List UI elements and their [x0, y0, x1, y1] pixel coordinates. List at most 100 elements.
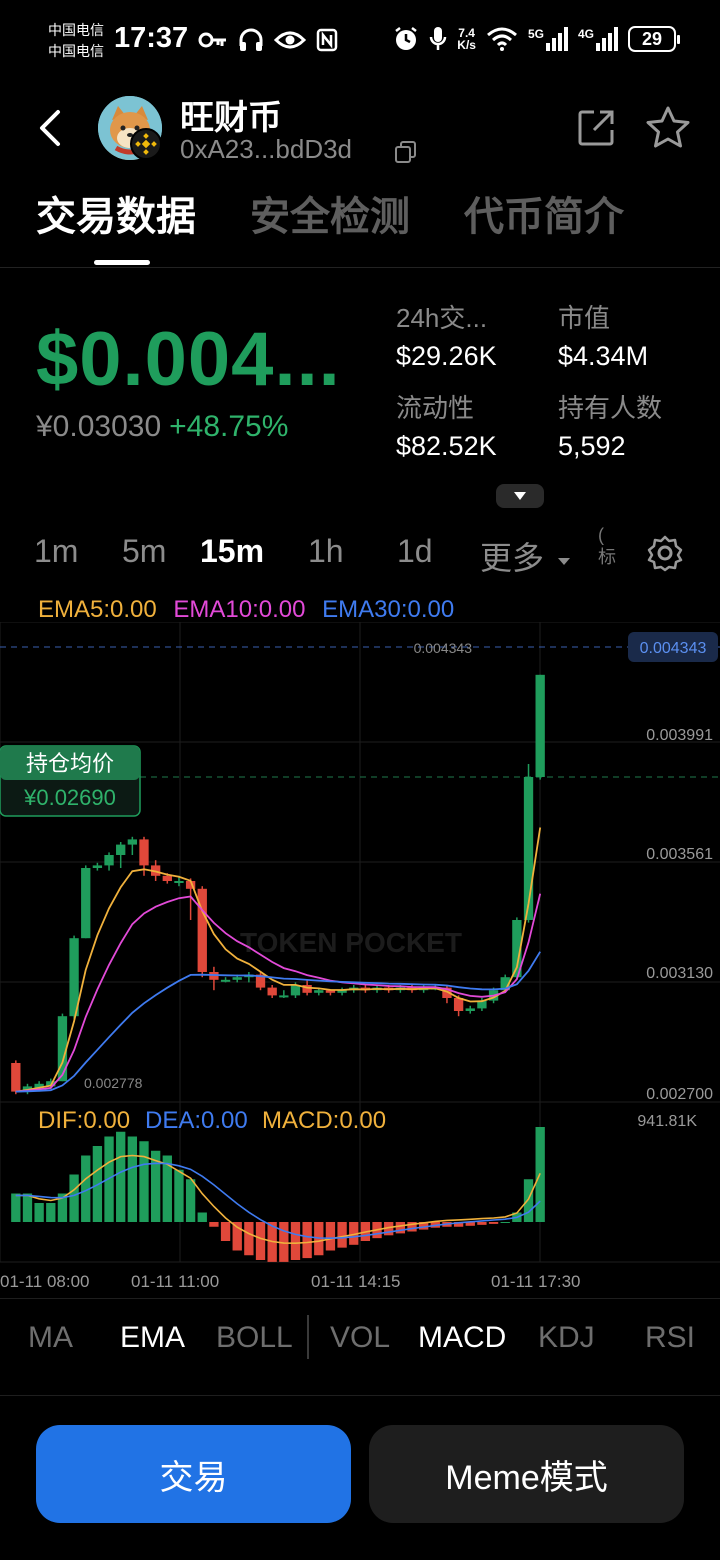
status-bar: 中国电信 中国电信 17:37 7.4 K/s 5G 4G 29	[0, 0, 720, 84]
macd-bar	[139, 1141, 149, 1222]
timeframe-1d[interactable]: 1d	[397, 533, 433, 570]
macd-bar	[488, 1222, 499, 1224]
network-speed: 7.4 K/s	[457, 27, 476, 51]
price-change: +48.75%	[169, 410, 289, 443]
chevron-down-icon	[514, 492, 526, 500]
price-cny-row: ¥0.03030 +48.75%	[36, 410, 288, 444]
timeframe-1m[interactable]: 1m	[34, 533, 78, 570]
volume-value: $29.26K	[396, 341, 497, 371]
candle-body	[162, 875, 172, 881]
signal-4g: 4G	[578, 27, 618, 51]
x-tick-label: 01-11 14:15	[311, 1272, 400, 1291]
indicator-macd[interactable]: MACD	[418, 1321, 506, 1355]
watermark-text: TOKEN POCKET	[240, 927, 462, 958]
key-icon	[198, 32, 226, 48]
more-label: 更多	[480, 540, 545, 576]
meme-mode-button[interactable]: Meme模式	[369, 1425, 684, 1523]
position-avg-tag[interactable]: 持仓均价 ¥0.02690	[0, 745, 141, 817]
macd-bar	[500, 1222, 510, 1223]
tab-security-check[interactable]: 安全检测	[250, 184, 410, 242]
tab-token-intro[interactable]: 代币简介	[464, 184, 624, 242]
candles-layer	[11, 674, 545, 1095]
ema-legend: EMA5:0.00 EMA10:0.00 EMA30:0.00	[38, 596, 464, 624]
expand-stats-button[interactable]	[496, 484, 544, 508]
candle-body	[220, 979, 231, 982]
indicator-kdj[interactable]: KDJ	[538, 1321, 595, 1355]
macd-bar	[325, 1222, 336, 1251]
indicator-vol[interactable]: VOL	[330, 1321, 390, 1355]
indicator-boll[interactable]: BOLL	[216, 1321, 293, 1355]
macd-bar	[337, 1222, 347, 1248]
status-icons-left	[198, 28, 338, 52]
macd-bar	[220, 1222, 231, 1241]
indicator-toggle[interactable]: ( 标	[598, 524, 632, 578]
candle-body	[453, 998, 464, 1011]
back-icon[interactable]	[34, 106, 68, 150]
bnb-chain-badge	[130, 128, 162, 160]
token-header: 旺财币 0xA23...bdD3d	[0, 84, 720, 174]
alarm-icon	[395, 27, 418, 50]
indicator-rsi[interactable]: RSI	[645, 1321, 695, 1355]
timeframe-more-dropdown[interactable]: 更多	[480, 533, 571, 579]
token-name: 旺财币	[180, 99, 282, 137]
favorite-star-icon[interactable]	[644, 104, 692, 152]
macd-bar	[477, 1222, 487, 1225]
network-speed-unit: K/s	[457, 38, 476, 52]
macd-bar	[395, 1222, 406, 1234]
eye-icon	[274, 31, 306, 49]
timeframe-15m[interactable]: 15m	[200, 533, 264, 570]
x-tick-label: 01-11 17:30	[491, 1272, 580, 1291]
indicator-ma[interactable]: MA	[28, 1321, 73, 1355]
ema10-label: EMA10:0.00	[173, 596, 306, 623]
low-marker-label: 0.002778	[84, 1075, 143, 1091]
copy-icon[interactable]	[394, 140, 418, 164]
macd-bar	[197, 1212, 207, 1222]
battery-indicator: 29	[628, 26, 680, 52]
candle-body	[11, 1063, 21, 1092]
ema30-label: EMA30:0.00	[322, 596, 455, 623]
trade-button[interactable]: 交易	[36, 1425, 351, 1523]
wifi-icon	[486, 27, 517, 51]
candle-body	[465, 1008, 475, 1011]
macd-bar	[116, 1131, 126, 1222]
macd-bar	[302, 1222, 312, 1259]
dif-label: DIF:0.00	[38, 1107, 130, 1134]
position-avg-label: 持仓均价	[26, 751, 114, 776]
dea-label: DEA:0.00	[145, 1107, 248, 1134]
macd-bar	[22, 1193, 33, 1222]
caret-down-icon	[557, 557, 570, 565]
indicator-selector: MA EMA BOLL VOL MACD KDJ RSI	[0, 1298, 720, 1396]
bnb-icon	[135, 133, 157, 155]
carrier-1: 中国电信	[48, 22, 104, 38]
holders-value: 5,592	[558, 431, 626, 461]
candle-body	[174, 881, 184, 883]
price-usd: $0.004...	[36, 317, 341, 402]
signal-4g-label: 4G	[577, 27, 594, 41]
macd-bar	[46, 1203, 56, 1222]
macd-bar	[127, 1136, 138, 1222]
microphone-icon	[430, 27, 447, 50]
ema5-label: EMA5:0.00	[38, 596, 157, 623]
tab-trading-data[interactable]: 交易数据	[36, 184, 196, 242]
candle-body	[267, 987, 277, 996]
macd-bar	[255, 1222, 266, 1260]
candle-body	[116, 844, 126, 855]
indicator-ema[interactable]: EMA	[120, 1321, 185, 1355]
liquidity-label: 流动性	[396, 393, 475, 423]
settings-gear-icon[interactable]	[646, 534, 684, 572]
kline-chart[interactable]: TOKEN POCKET 0.003991 0.003561 0.003130 …	[0, 622, 720, 1302]
signal-5g-label: 5G	[527, 27, 544, 41]
share-icon[interactable]	[576, 108, 616, 148]
candle-body	[127, 839, 138, 845]
timeframe-1h[interactable]: 1h	[308, 533, 344, 570]
carrier-names: 中国电信 中国电信	[48, 20, 104, 62]
indicator-separator	[307, 1315, 309, 1359]
holders-label: 持有人数	[558, 393, 663, 423]
macd-bar	[11, 1193, 21, 1222]
y-tick-label: 0.003991	[646, 727, 713, 744]
detail-tabs: 交易数据 安全检测 代币简介	[0, 180, 720, 268]
macd-bar	[34, 1203, 44, 1222]
timeframe-5m[interactable]: 5m	[122, 533, 166, 570]
signal-bars-icon	[545, 27, 568, 51]
candle-body	[92, 865, 103, 868]
